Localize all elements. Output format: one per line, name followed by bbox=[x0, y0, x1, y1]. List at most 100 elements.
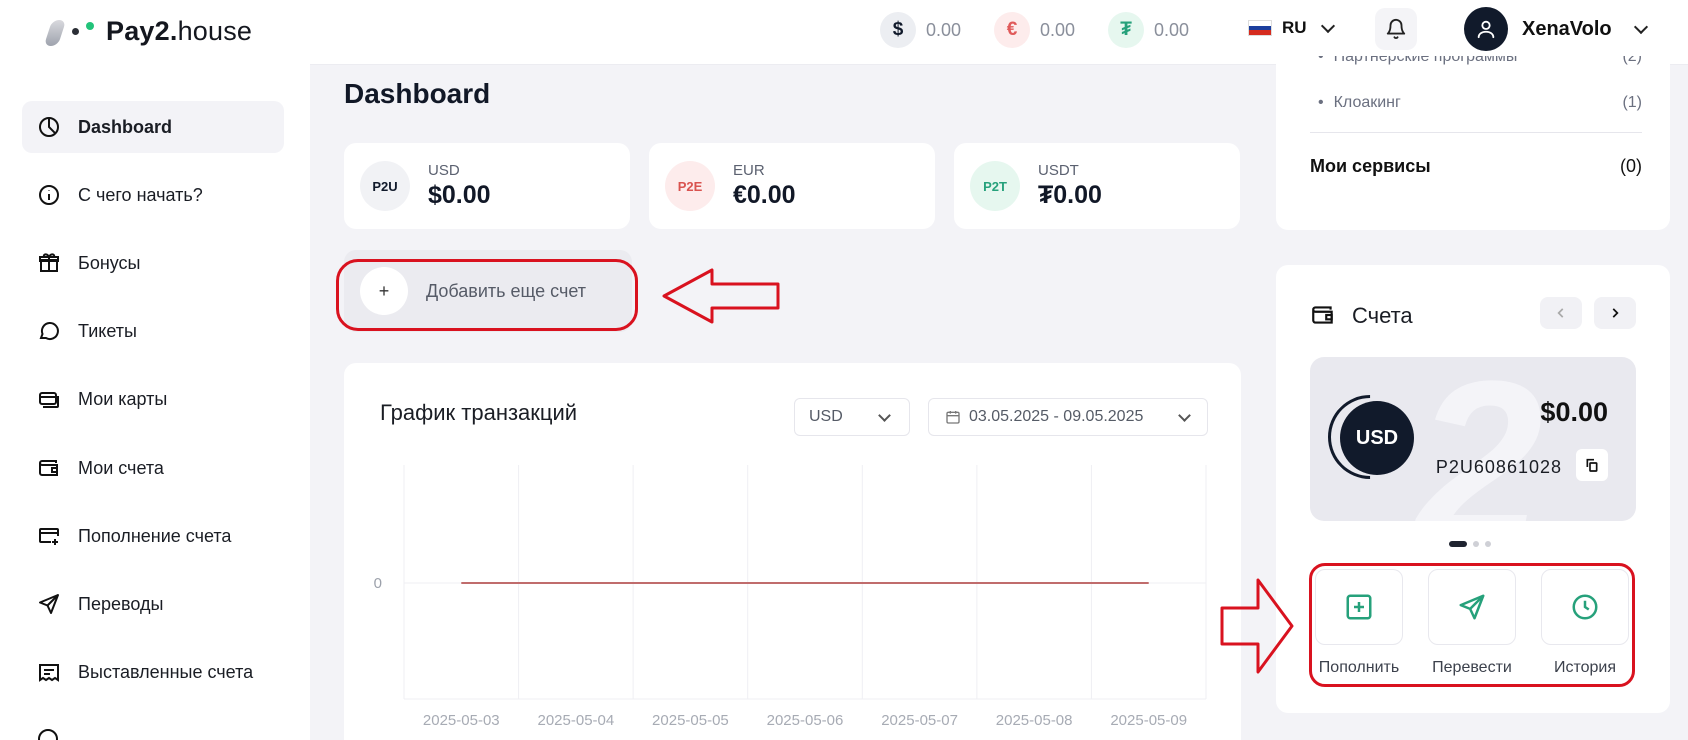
language-selector[interactable]: RU bbox=[1248, 18, 1335, 38]
notifications-button[interactable] bbox=[1375, 8, 1417, 50]
wallet-currency-badge: USD bbox=[1340, 401, 1414, 475]
balance-usd-value: 0.00 bbox=[926, 19, 962, 40]
carousel-dots bbox=[1449, 541, 1491, 547]
card-plus-icon bbox=[36, 523, 62, 549]
bell-icon bbox=[1386, 19, 1406, 40]
transactions-chart-card: График транзакций USD 03.05.2025 - 09.05… bbox=[344, 363, 1241, 740]
x-tick-label: 2025-05-03 bbox=[423, 712, 500, 729]
account-badge: P2E bbox=[665, 161, 715, 211]
y-tick-label: 0 bbox=[374, 575, 382, 592]
wallet-amount: $0.00 bbox=[1540, 397, 1608, 427]
sidebar-item-top-up[interactable]: Пополнение счета bbox=[22, 510, 284, 562]
account-currency: USD bbox=[428, 162, 460, 179]
dollar-icon: $ bbox=[880, 12, 916, 48]
logo-text: Pay2.house bbox=[106, 15, 253, 46]
transactions-chart: 0 2025-05-03 2025-05-04 2025-05-05 2025-05-0… bbox=[374, 465, 1207, 729]
user-menu[interactable]: XenaVolo bbox=[1464, 7, 1648, 51]
info-icon bbox=[36, 182, 62, 208]
chat-icon bbox=[36, 318, 62, 344]
pie-chart-icon bbox=[36, 114, 62, 140]
sidebar-item-label: Бонусы bbox=[78, 252, 141, 273]
account-currency: EUR bbox=[733, 162, 765, 179]
euro-icon: € bbox=[994, 12, 1030, 48]
sidebar-item-label: Выставленные счета bbox=[78, 661, 254, 682]
x-tick-label: 2025-05-06 bbox=[767, 712, 844, 729]
language-code: RU bbox=[1282, 18, 1307, 37]
next-account-button[interactable] bbox=[1594, 297, 1636, 329]
annotation-arrow-right-icon bbox=[1220, 578, 1294, 674]
sidebar-item-getting-started[interactable]: С чего начать? bbox=[22, 169, 284, 221]
sidebar-item-label: Мои счета bbox=[78, 457, 164, 478]
balance-usd[interactable]: $ 0.00 bbox=[880, 12, 961, 48]
wallet-account-number: P2U60861028 bbox=[1435, 457, 1562, 477]
sidebar-item-label: Мои карты bbox=[78, 388, 168, 409]
send-icon bbox=[36, 591, 62, 617]
balance-eur-value: 0.00 bbox=[1040, 19, 1076, 40]
carousel-dot[interactable] bbox=[1473, 541, 1479, 547]
sidebar: Dashboard С чего начать? Бонусы Тикеты М… bbox=[0, 64, 310, 740]
chevron-left-icon bbox=[1557, 308, 1564, 318]
wallet-icon bbox=[36, 455, 62, 481]
balance-eur[interactable]: € 0.00 bbox=[994, 12, 1075, 48]
gift-icon bbox=[36, 250, 62, 276]
invoice-icon bbox=[36, 659, 62, 685]
sidebar-item-transfers[interactable]: Переводы bbox=[22, 578, 284, 630]
annotation-highlight-oval bbox=[336, 259, 638, 331]
service-row[interactable]: Клоакинг (1) bbox=[1318, 94, 1642, 112]
account-card-usd[interactable]: P2U USD $0.00 bbox=[344, 143, 630, 229]
carousel-dot[interactable] bbox=[1449, 541, 1467, 547]
sidebar-item-dashboard[interactable]: Dashboard bbox=[22, 101, 284, 153]
page-title: Dashboard bbox=[344, 78, 491, 109]
wallet-watermark-icon: 2 bbox=[1415, 357, 1543, 521]
chevron-down-icon bbox=[1320, 18, 1335, 34]
sidebar-item-invoices[interactable]: Выставленные счета bbox=[22, 646, 284, 698]
service-row[interactable]: Партнерские программы (2) bbox=[1318, 56, 1642, 68]
services-card: Партнерские программы (2) Клоакинг (1) М… bbox=[1276, 56, 1670, 230]
avatar bbox=[1464, 7, 1508, 51]
annotation-arrow-left-icon bbox=[662, 268, 780, 324]
account-badge: P2U bbox=[360, 161, 410, 211]
balance-usdt-value: 0.00 bbox=[1154, 19, 1190, 40]
x-tick-label: 2025-05-08 bbox=[996, 712, 1073, 729]
cards-icon bbox=[36, 386, 62, 412]
x-tick-label: 2025-05-07 bbox=[881, 712, 958, 729]
sidebar-item-label: С чего начать? bbox=[78, 184, 203, 205]
my-services-label: Мои сервисы bbox=[1310, 156, 1431, 176]
annotation-highlight-rect bbox=[1309, 563, 1635, 687]
account-amount: $0.00 bbox=[428, 181, 491, 209]
copy-icon bbox=[1586, 458, 1598, 472]
russia-flag-icon bbox=[1248, 20, 1272, 36]
chevron-down-icon bbox=[1633, 19, 1648, 35]
wallet-card[interactable]: 2 USD $0.00 P2U60861028 bbox=[1310, 357, 1636, 521]
balance-usdt[interactable]: ₮ 0.00 bbox=[1108, 12, 1189, 48]
service-count: (1) bbox=[1622, 94, 1642, 111]
my-services-row[interactable]: Мои сервисы (0) bbox=[1310, 156, 1642, 177]
wallet-icon bbox=[1312, 306, 1333, 324]
logo[interactable]: Pay2.house bbox=[42, 14, 252, 48]
sidebar-item-label: Dashboard bbox=[78, 116, 173, 137]
sidebar-item-my-accounts[interactable]: Мои счета bbox=[22, 442, 284, 494]
sidebar-item-label: Переводы bbox=[78, 593, 164, 614]
top-header: Pay2.house $ 0.00 € 0.00 ₮ 0.00 RU XenaV… bbox=[0, 0, 1688, 64]
accounts-panel-title: Счета bbox=[1352, 303, 1413, 328]
sidebar-next-item-icon bbox=[36, 727, 62, 740]
tether-icon: ₮ bbox=[1108, 12, 1144, 48]
carousel-dot[interactable] bbox=[1485, 541, 1491, 547]
x-tick-label: 2025-05-05 bbox=[652, 712, 729, 729]
account-card-usdt[interactable]: P2T USDT ₮0.00 bbox=[954, 143, 1240, 229]
account-card-eur[interactable]: P2E EUR €0.00 bbox=[649, 143, 935, 229]
copy-button[interactable] bbox=[1576, 449, 1608, 481]
previous-account-button[interactable] bbox=[1540, 297, 1582, 329]
sidebar-item-bonuses[interactable]: Бонусы bbox=[22, 237, 284, 289]
my-services-count: (0) bbox=[1620, 156, 1642, 176]
sidebar-item-label: Тикеты bbox=[78, 320, 137, 341]
sidebar-item-tickets[interactable]: Тикеты bbox=[22, 305, 284, 357]
account-currency: USDT bbox=[1038, 162, 1079, 179]
account-badge: P2T bbox=[970, 161, 1020, 211]
username: XenaVolo bbox=[1522, 17, 1612, 40]
user-icon bbox=[1477, 20, 1495, 39]
chevron-right-icon bbox=[1612, 308, 1619, 318]
account-amount: ₮0.00 bbox=[1038, 181, 1102, 209]
sidebar-item-my-cards[interactable]: Мои карты bbox=[22, 373, 284, 425]
divider bbox=[1310, 132, 1642, 133]
